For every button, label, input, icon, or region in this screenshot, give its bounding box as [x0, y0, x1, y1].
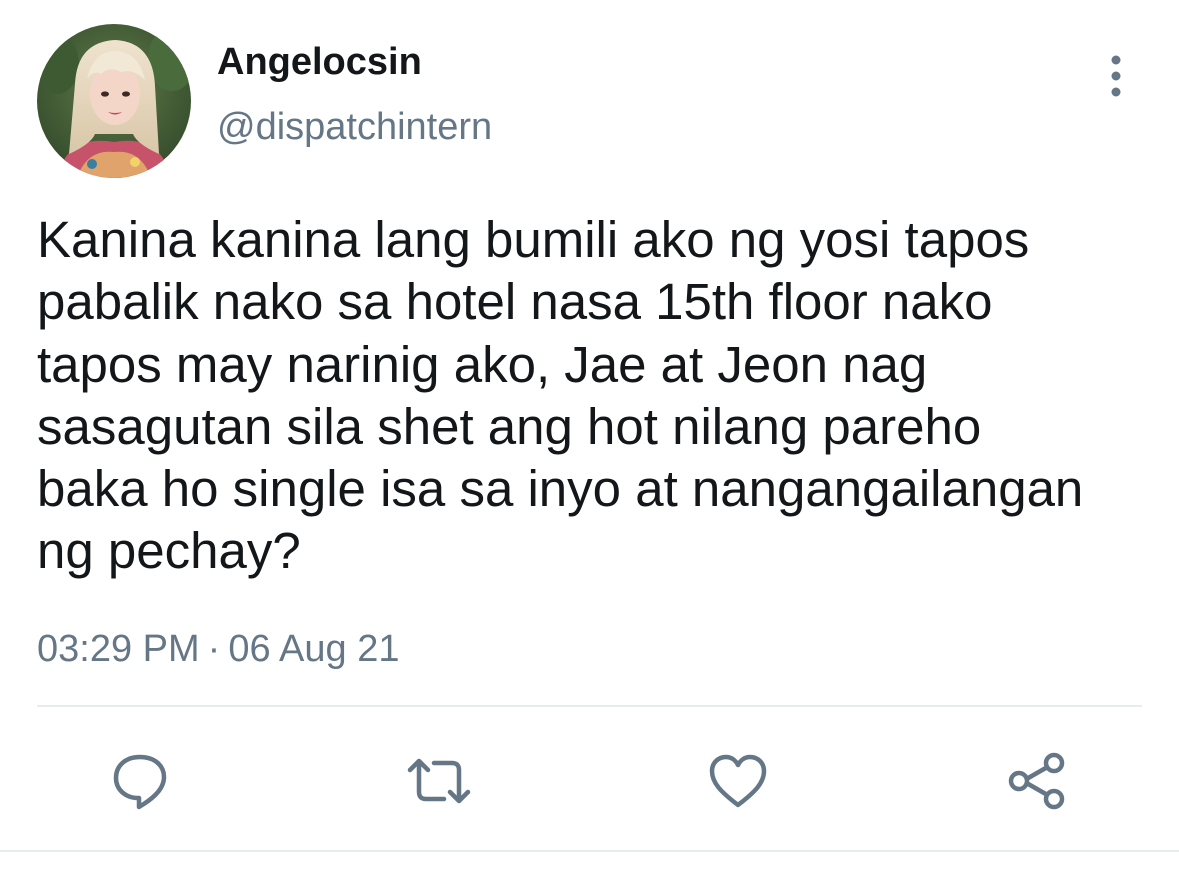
more-vertical-icon: [1111, 55, 1121, 97]
more-options-button[interactable]: [1096, 52, 1136, 100]
share-icon: [1008, 752, 1065, 810]
tweet-timestamp: 03:29 PM · 06 Aug 21: [37, 624, 399, 674]
retweet-icon: [407, 758, 471, 804]
tweet-time: 03:29 PM: [37, 628, 200, 670]
tweet-date: 06 Aug 21: [228, 628, 400, 670]
avatar[interactable]: [37, 24, 191, 178]
author-handle[interactable]: @dispatchintern: [217, 105, 492, 149]
divider: [37, 705, 1142, 707]
reply-button[interactable]: [105, 746, 175, 816]
tweet-text: Kanina kanina lang bumili ako ng yosi ta…: [37, 211, 1084, 580]
retweet-button[interactable]: [404, 746, 474, 816]
tweet-detail: Angelocsin @dispatchintern Kanina kanina…: [0, 0, 1179, 870]
avatar-image: [37, 24, 191, 178]
share-button[interactable]: [1002, 746, 1072, 816]
divider: [0, 850, 1179, 852]
like-button[interactable]: [703, 746, 773, 816]
author-display-name[interactable]: Angelocsin: [217, 40, 422, 84]
meta-separator: ·: [207, 628, 221, 670]
reply-bubble-icon: [113, 754, 167, 810]
heart-icon: [709, 754, 767, 808]
